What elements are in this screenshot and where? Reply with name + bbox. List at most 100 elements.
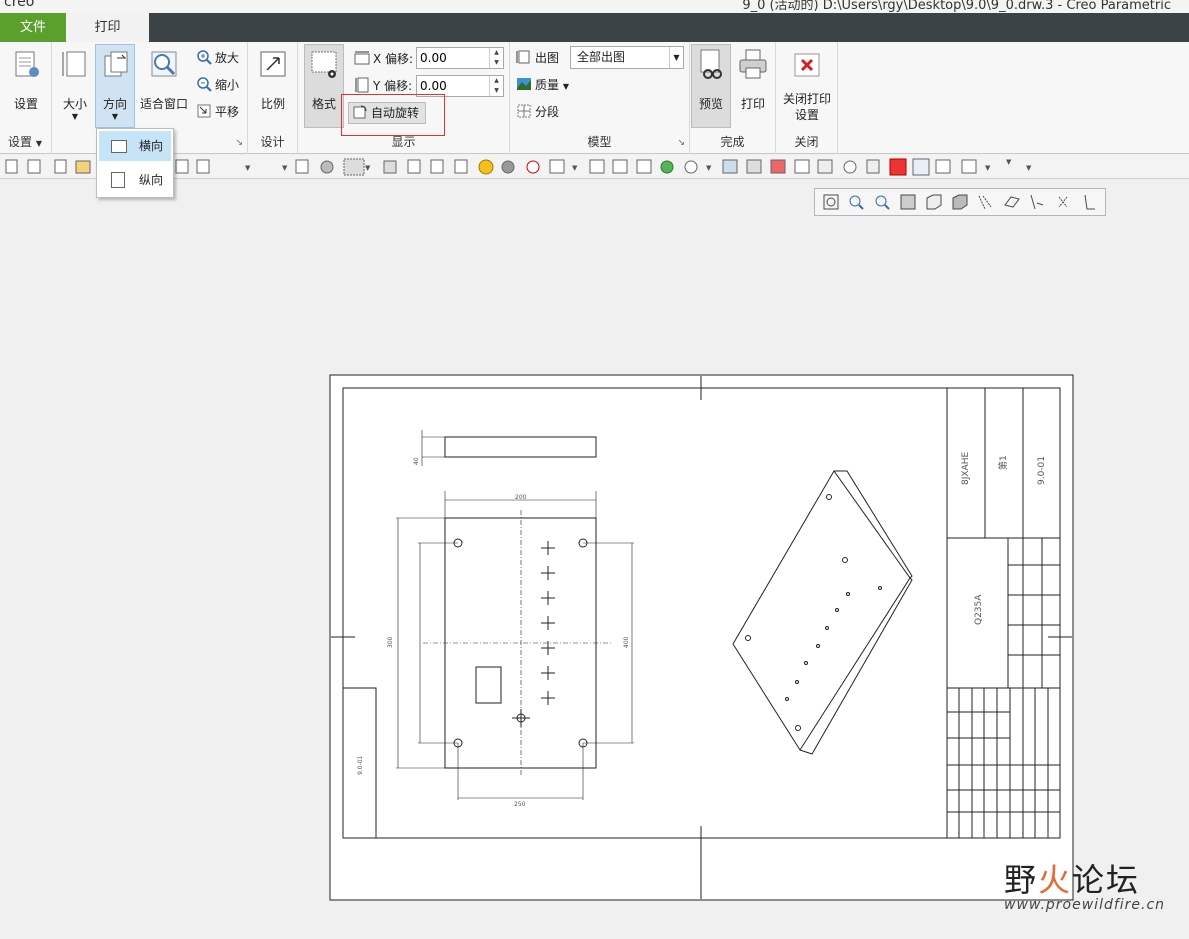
quality-button[interactable]: 质量 ▼ [516, 75, 569, 95]
spinner-arrows-icon[interactable]: ▲ ▼ [489, 76, 503, 96]
pan-button[interactable]: 平移 [196, 102, 239, 122]
group-launcher-icon[interactable]: ↘ [235, 138, 243, 148]
segment-label: 分段 [535, 105, 560, 119]
drawing-canvas[interactable]: 200 250 300 400 40 9.0-01 8JXAHE 第1 9.0-… [0, 180, 1189, 936]
pan-icon [197, 104, 211, 118]
format-label: 格式 [311, 97, 336, 111]
spinner-arrows-icon[interactable]: ▲ ▼ [489, 48, 503, 68]
app-title: creo [4, 0, 35, 10]
quick-access-icons[interactable]: ▼ ▼ ▼ ▼ ▼ ▼ ▼ ▼ [0, 155, 1189, 179]
group-setup: 设置 设置 ▼ [0, 42, 52, 154]
ribbon: 设置 设置 ▼ 大小 ▼ 方向 ▼ 适合窗口 放大 缩小 平移 ↘ 比例 设计 [0, 42, 1189, 154]
output-select[interactable]: 全部出图 ▼ [570, 46, 684, 69]
scale-button[interactable]: 比例 [254, 48, 292, 112]
svg-text:▼: ▼ [706, 164, 712, 172]
tab-file[interactable]: 文件 [0, 13, 66, 42]
svg-text:▼: ▼ [365, 164, 371, 172]
orientation-label: 方向 [102, 97, 127, 111]
group-close-label: 关闭 [794, 135, 819, 149]
zoom-in-label: 放大 [215, 51, 240, 65]
graphics-toolbar: ▼ ▼ ▼ ▼ ▼ ▼ ▼ ▼ [0, 155, 1189, 179]
chevron-down-icon: ▼ [111, 112, 119, 121]
dim-bottom-width: 250 [514, 801, 526, 808]
dim-height-left: 300 [387, 636, 394, 648]
group-model-label: 模型 [587, 135, 612, 149]
auto-rotate-highlight [341, 94, 445, 136]
preview-label: 预览 [698, 97, 723, 111]
watermark-char-b: 论坛 [1072, 861, 1141, 899]
dim-top-width: 200 [515, 494, 527, 501]
scale-icon [260, 51, 286, 77]
segment-button[interactable]: 分段 [516, 102, 559, 122]
size-label: 大小 [62, 97, 87, 111]
zoom-in-button[interactable]: 放大 [196, 48, 239, 68]
group-model: 出图 全部出图 ▼ 质量 ▼ 分段 模型 ↘ [510, 42, 690, 154]
y-offset-label-wrap: Y 偏移: [354, 76, 412, 96]
ribbon-tabbar: 文件 打印 [0, 13, 1189, 42]
preview-icon [700, 49, 722, 79]
tab-print[interactable]: 打印 [66, 13, 149, 42]
output-label: 出图 [535, 51, 560, 65]
group-setup-label[interactable]: 设置 ▼ [0, 133, 51, 150]
landscape-label: 横向 [139, 139, 164, 153]
svg-text:▼: ▼ [245, 164, 251, 172]
pan-label: 平移 [215, 105, 240, 119]
output-label-wrap: 出图 [516, 48, 559, 68]
x-offset-input[interactable] [417, 48, 487, 68]
output-select-value: 全部出图 [577, 50, 626, 64]
quality-label: 质量 [535, 78, 560, 92]
settings-button[interactable]: 设置 [6, 48, 46, 112]
zoom-in-icon [197, 50, 212, 65]
magnifier-icon [151, 51, 177, 77]
y-offset-label: Y 偏移: [373, 79, 413, 93]
chevron-down-icon: ▼ [669, 47, 683, 68]
watermark-logo: 野火论坛 www.proewildfire.cn [1004, 855, 1184, 913]
landscape-icon [111, 140, 127, 153]
svg-text:▼: ▼ [572, 164, 578, 172]
drawing-sheet: 200 250 300 400 40 9.0-01 8JXAHE 第1 9.0-… [329, 374, 1074, 901]
svg-text:▼: ▼ [282, 164, 288, 172]
group-finish-label: 完成 [720, 135, 745, 149]
print-label: 打印 [740, 97, 765, 111]
window-path-title: 9_0 (活动的) D:\Users\rgy\Desktop\9.0\9_0.d… [742, 0, 1171, 13]
chevron-down-icon: ▼ [71, 112, 79, 121]
zoom-out-icon [197, 77, 212, 92]
group-setup-text: 设置 [8, 135, 33, 149]
watermark-url: www.proewildfire.cn [1004, 897, 1166, 913]
group-design-label: 设计 [260, 135, 285, 149]
group-launcher-icon[interactable]: ↘ [677, 138, 685, 148]
svg-text:▼: ▼ [1006, 158, 1012, 166]
x-offset-field[interactable]: ▲▼ [416, 47, 504, 69]
orientation-button[interactable]: 方向 ▼ [95, 44, 135, 128]
watermark-fire: 火 [1038, 861, 1073, 899]
group-finish: 预览 打印 完成 [690, 42, 776, 154]
printer-icon [739, 49, 767, 79]
format-icon [311, 51, 337, 78]
format-button[interactable]: 格式 [304, 44, 344, 128]
chevron-down-icon: ▼ [562, 82, 569, 91]
fit-window-button[interactable]: 适合窗口 [139, 48, 189, 112]
page-size-icon [62, 51, 86, 77]
print-button[interactable]: 打印 [734, 48, 772, 112]
zoom-out-button[interactable]: 缩小 [196, 75, 239, 95]
dim-height-right: 400 [623, 636, 630, 648]
scale-label: 比例 [260, 97, 285, 111]
close-print-button[interactable]: 关闭打印设置 [779, 52, 835, 123]
title-part-no: 9.0-01 [1037, 456, 1047, 485]
size-button[interactable]: 大小 ▼ [58, 48, 92, 121]
window-titlebar: creo 9_0 (活动的) D:\Users\rgy\Desktop\9.0\… [0, 0, 1189, 13]
output-icon [516, 50, 530, 64]
close-icon [794, 53, 820, 77]
zoom-out-label: 缩小 [215, 78, 240, 92]
y-offset-input[interactable] [417, 76, 487, 96]
segment-icon [517, 104, 531, 118]
preview-button[interactable]: 预览 [691, 44, 731, 128]
settings-label: 设置 [13, 97, 38, 111]
orientation-icon [104, 51, 128, 77]
title-sheet: 第1 [997, 455, 1009, 470]
settings-icon [15, 51, 39, 77]
y-offset-icon [355, 77, 369, 93]
orientation-landscape-item[interactable]: 横向 [99, 131, 171, 161]
left-strip-text: 9.0-01 [357, 755, 364, 775]
title-name: 8JXAHE [961, 452, 971, 485]
